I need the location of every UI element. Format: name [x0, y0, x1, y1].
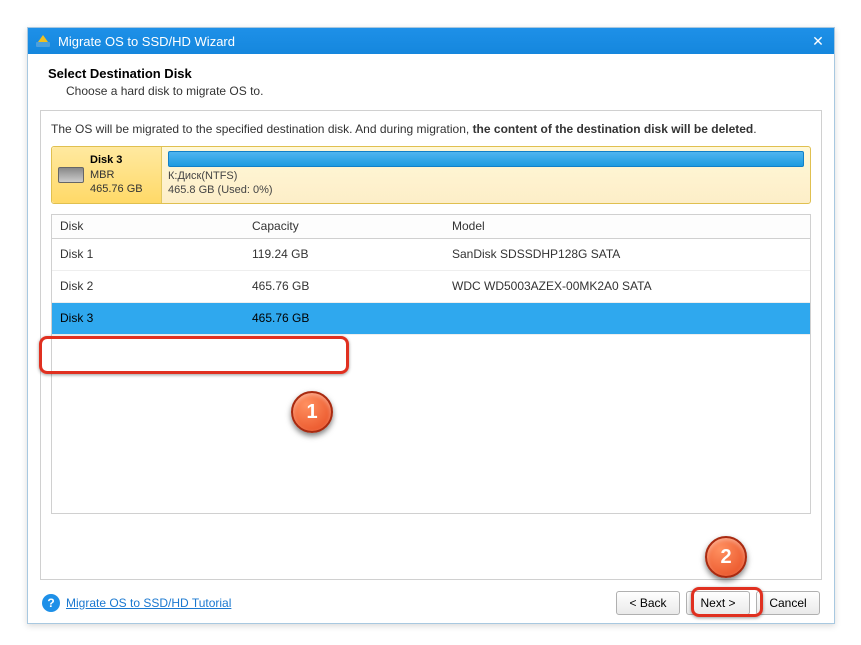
col-model-header[interactable]: Model [452, 219, 810, 233]
close-icon[interactable]: ✕ [808, 31, 828, 51]
wizard-icon [34, 32, 52, 50]
hdd-icon [58, 167, 84, 183]
page-title: Select Destination Disk [48, 66, 814, 81]
col-capacity-header[interactable]: Capacity [252, 219, 452, 233]
help-icon[interactable]: ? [42, 594, 60, 612]
content-panel: The OS will be migrated to the specified… [40, 110, 822, 580]
selected-disk-summary: Disk 3 MBR 465.76 GB К:Диск(NTFS) 465.8 … [51, 146, 811, 204]
partition-label: К:Диск(NTFS) [168, 170, 237, 182]
disk-table: Disk Capacity Model Disk 1 119.24 GB San… [51, 214, 811, 514]
col-disk-header[interactable]: Disk [52, 219, 252, 233]
table-row[interactable]: Disk 1 119.24 GB SanDisk SDSSDHP128G SAT… [52, 239, 810, 271]
partition-area: К:Диск(NTFS) 465.8 GB (Used: 0%) [162, 147, 810, 203]
warning-text: The OS will be migrated to the specified… [51, 121, 811, 138]
table-row-selected[interactable]: Disk 3 465.76 GB [52, 303, 810, 335]
selected-disk-name: Disk 3 [90, 154, 122, 166]
next-button[interactable]: Next > [686, 591, 750, 615]
table-row[interactable]: Disk 2 465.76 GB WDC WD5003AZEX-00MK2A0 … [52, 271, 810, 303]
page-subtitle: Choose a hard disk to migrate OS to. [66, 84, 814, 98]
window-title: Migrate OS to SSD/HD Wizard [58, 34, 808, 49]
partition-usage: 465.8 GB (Used: 0%) [168, 184, 273, 196]
partition-bar [168, 151, 804, 167]
header: Select Destination Disk Choose a hard di… [28, 54, 834, 110]
disk-label-block: Disk 3 MBR 465.76 GB [52, 147, 162, 203]
selected-disk-size: 465.76 GB [90, 183, 143, 195]
selected-disk-scheme: MBR [90, 169, 114, 181]
tutorial-link[interactable]: Migrate OS to SSD/HD Tutorial [66, 596, 231, 610]
table-header: Disk Capacity Model [52, 215, 810, 239]
cancel-button[interactable]: Cancel [756, 591, 820, 615]
footer: ? Migrate OS to SSD/HD Tutorial < Back N… [28, 583, 834, 623]
wizard-window: Migrate OS to SSD/HD Wizard ✕ Select Des… [27, 27, 835, 624]
titlebar: Migrate OS to SSD/HD Wizard ✕ [28, 28, 834, 54]
back-button[interactable]: < Back [616, 591, 680, 615]
